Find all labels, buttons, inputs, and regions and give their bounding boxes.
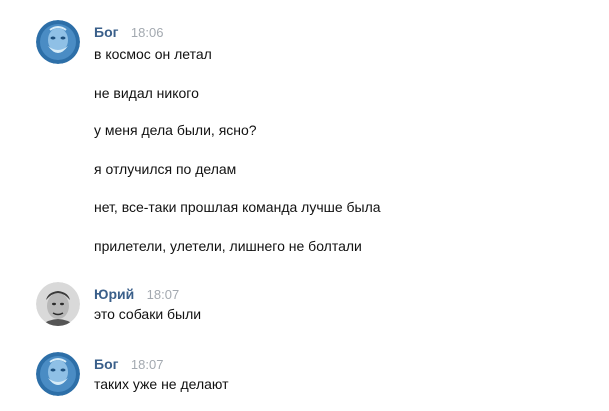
message-time[interactable]: 18:07 [131, 357, 164, 372]
message-text: это собаки были [94, 306, 202, 322]
message-time[interactable]: 18:06 [131, 25, 164, 40]
message-text: таких уже не делают [94, 376, 229, 392]
god-face-icon [36, 20, 80, 64]
message-text: я отлучился по делам [94, 161, 237, 177]
author-name[interactable]: Бог [94, 24, 118, 40]
message-text: прилетели, улетели, лишнего не болтали [94, 238, 362, 254]
author-name[interactable]: Бог [94, 356, 118, 372]
god-face-icon [36, 352, 80, 396]
message-header: Юрий 18:07 [94, 286, 179, 304]
message-time[interactable]: 18:07 [147, 287, 180, 302]
avatar[interactable] [36, 352, 80, 396]
message-header: Бог 18:06 [94, 24, 163, 42]
message-header: Бог 18:07 [94, 356, 163, 374]
message-text: у меня дела были, ясно? [94, 122, 257, 138]
message-text: не видал никого [94, 85, 199, 101]
author-name[interactable]: Юрий [94, 286, 134, 302]
avatar[interactable] [36, 282, 80, 326]
yuri-portrait-icon [36, 282, 80, 326]
avatar[interactable] [36, 20, 80, 64]
message-text: в космос он летал [94, 46, 212, 62]
message-text: нет, все-таки прошлая команда лучше была [94, 199, 381, 215]
